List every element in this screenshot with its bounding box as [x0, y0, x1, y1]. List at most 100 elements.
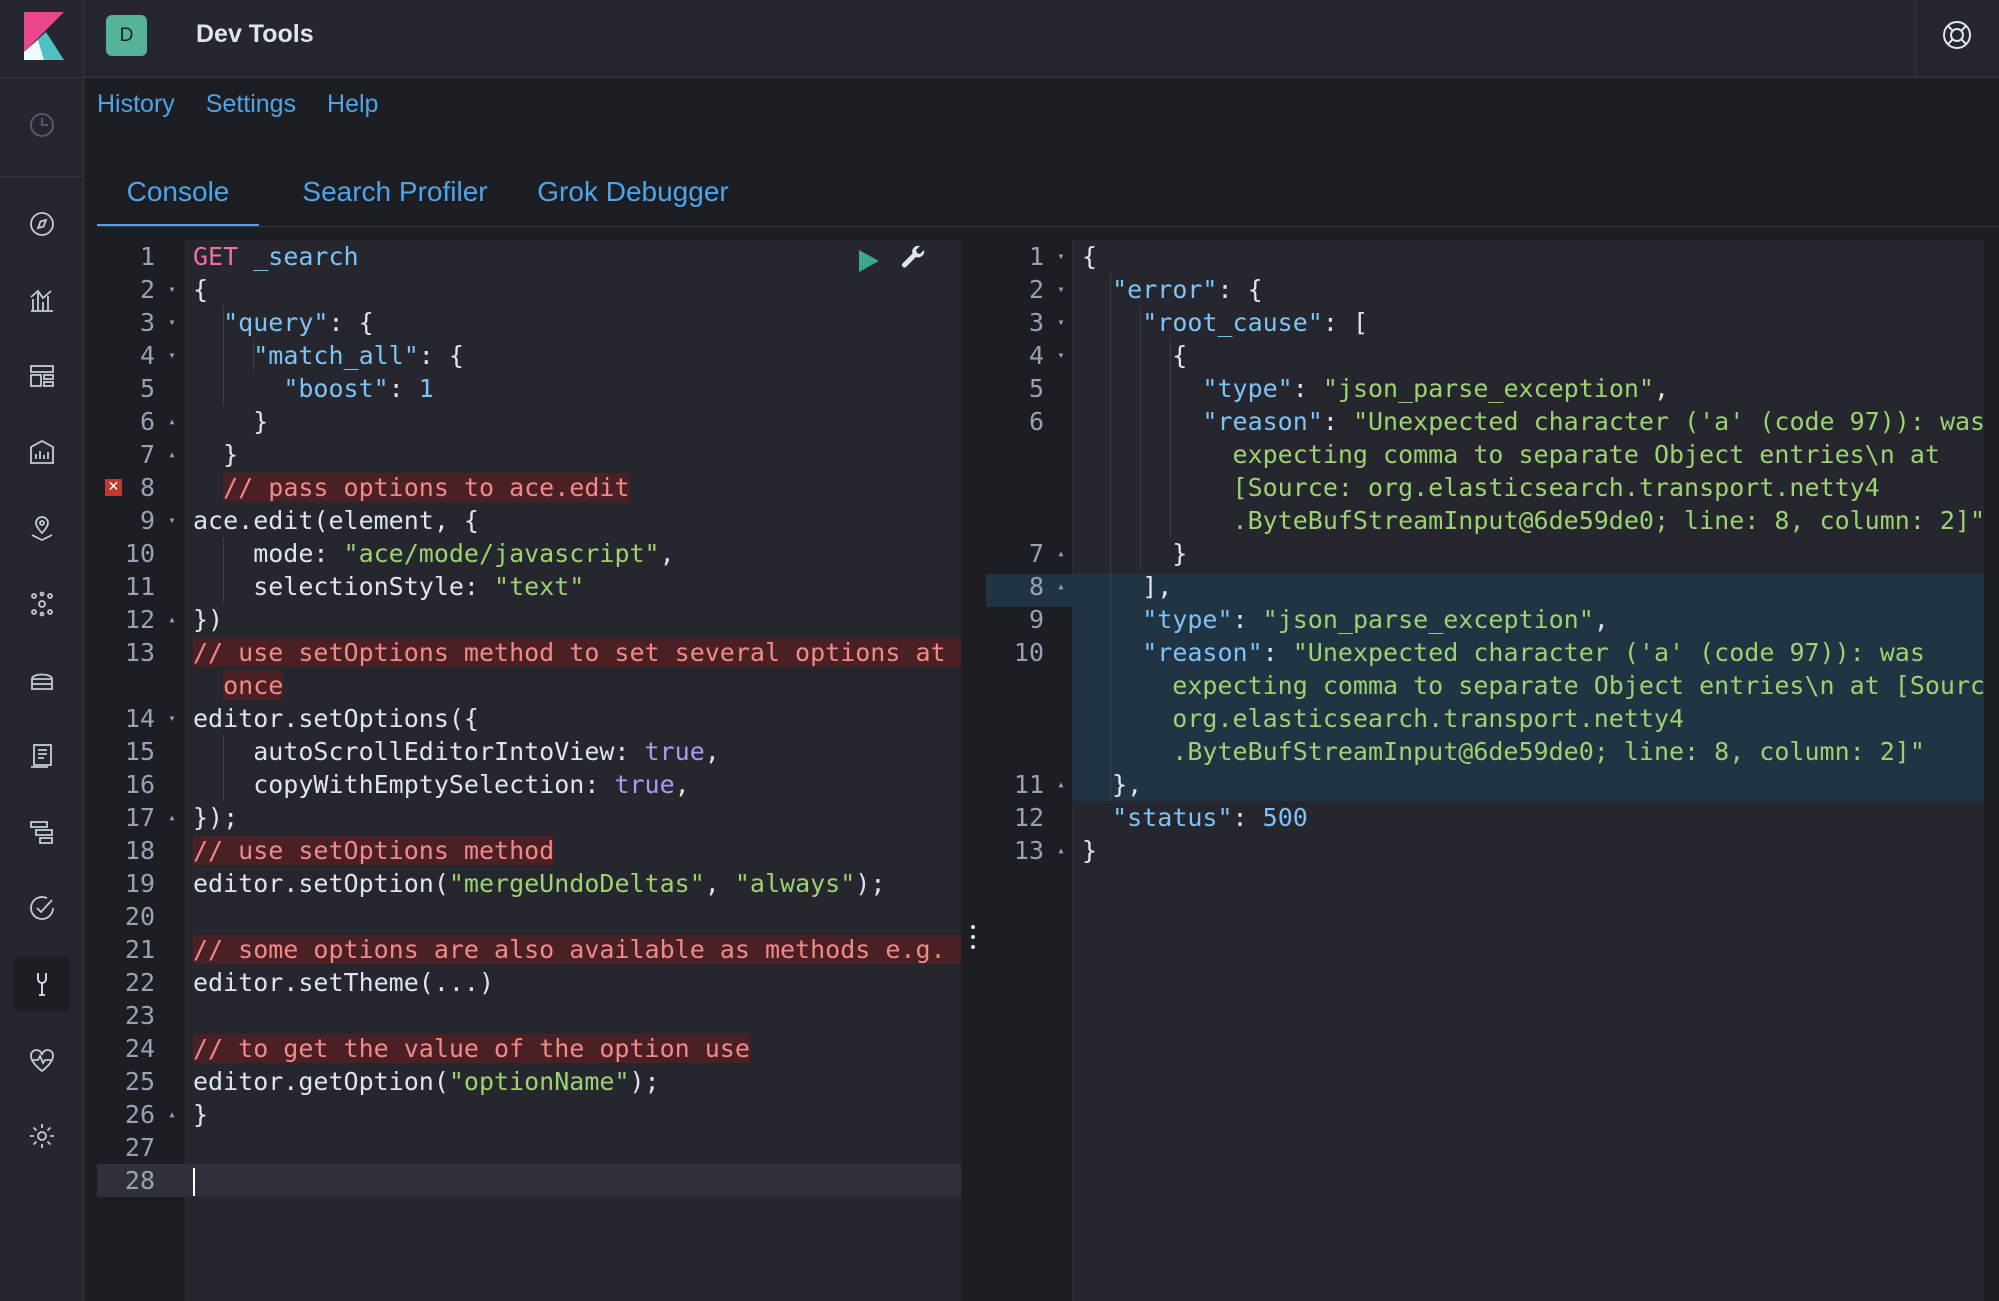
infrastructure-icon[interactable] — [14, 652, 70, 708]
response-code-line[interactable]: 1 ▾{ — [986, 240, 1984, 273]
request-code-line[interactable]: 1 GET _search — [97, 240, 961, 273]
request-code-line[interactable]: 12 ▴}) — [97, 603, 961, 636]
fold-toggle-icon[interactable]: ▾ — [1054, 339, 1068, 372]
response-code-line[interactable]: expecting comma to separate Object entri… — [986, 669, 1984, 702]
request-code-line[interactable]: 5 "boost": 1 — [97, 372, 961, 405]
recent-clock-icon[interactable] — [14, 97, 70, 153]
fold-toggle-icon[interactable]: ▴ — [1054, 768, 1068, 801]
canvas-icon[interactable] — [14, 424, 70, 480]
request-code-line[interactable]: 14 ▾ editor.setOptions({ — [97, 702, 961, 735]
fold-toggle-icon[interactable]: ▴ — [165, 405, 179, 438]
fold-toggle-icon[interactable]: ▾ — [1054, 306, 1068, 339]
panel-resizer-handle-icon[interactable] — [970, 922, 976, 952]
apm-icon[interactable] — [14, 804, 70, 860]
request-code-line[interactable]: 17 ▴}); — [97, 801, 961, 834]
fold-toggle-icon[interactable]: ▾ — [165, 702, 179, 735]
request-code-line[interactable]: 6 ▴ } — [97, 405, 961, 438]
request-code[interactable]: 1 GET _search 2 ▾{3 ▾ "query": {4 ▾ "match_al… — [97, 240, 961, 1197]
fold-toggle-icon[interactable]: ▾ — [1054, 240, 1068, 273]
uptime-icon[interactable] — [14, 880, 70, 936]
request-code-line[interactable]: 26 ▴} — [97, 1098, 961, 1131]
request-code-line[interactable]: 4 ▾ "match_all": { — [97, 339, 961, 372]
request-code-line[interactable]: once — [97, 669, 961, 702]
response-code[interactable]: 1 ▾{2 ▾ "error": {3 ▾ "root_cause": [4 ▾ {5 … — [986, 240, 1984, 867]
fold-toggle-icon[interactable]: ▾ — [165, 504, 179, 537]
fold-toggle-icon[interactable]: ▴ — [1054, 537, 1068, 570]
request-code-line[interactable]: 9 ▾ ace.edit(element, { — [97, 504, 961, 537]
response-code-line[interactable]: 5 "type": "json_parse_exception", — [986, 372, 1984, 405]
fold-toggle-icon[interactable]: ▴ — [165, 1098, 179, 1131]
response-code-line[interactable]: expecting comma to separate Object entri… — [986, 438, 1984, 471]
fold-toggle-icon[interactable]: ▴ — [165, 603, 179, 636]
help-link[interactable]: Help — [327, 90, 378, 118]
request-code-line[interactable]: 7 ▴ } — [97, 438, 961, 471]
response-code-line[interactable]: 13 ▴} — [986, 834, 1984, 867]
fold-toggle-icon[interactable]: ▾ — [1054, 273, 1068, 306]
response-code-line[interactable]: org.elasticsearch.transport.netty4 — [986, 702, 1984, 735]
kibana-logo-icon[interactable] — [18, 10, 70, 62]
request-code-line[interactable]: 8 ✕ // pass options to ace.edit — [97, 471, 961, 504]
response-code-line[interactable]: 6 "reason": "Unexpected character ('a' (… — [986, 405, 1984, 438]
ml-icon[interactable] — [14, 576, 70, 632]
response-code-line[interactable]: 3 ▾ "root_cause": [ — [986, 306, 1984, 339]
response-code-line[interactable]: 2 ▾ "error": { — [986, 273, 1984, 306]
request-code-line[interactable]: 15 autoScrollEditorIntoView: true, — [97, 735, 961, 768]
response-editor[interactable]: 1 ▾{2 ▾ "error": {3 ▾ "root_cause": [4 ▾ {5 … — [986, 240, 1984, 1301]
space-avatar[interactable]: D — [106, 15, 147, 56]
response-code-line[interactable]: .ByteBufStreamInput@6de59de0; line: 8, c… — [986, 504, 1985, 537]
request-code-line[interactable]: 13 // use setOptions method to set severa… — [97, 636, 961, 669]
error-marker-icon[interactable]: ✕ — [105, 479, 122, 496]
dev-tools-icon[interactable] — [14, 956, 70, 1012]
fold-toggle-icon[interactable]: ▾ — [165, 339, 179, 372]
response-code-line[interactable]: 11 ▴ }, — [986, 768, 1984, 801]
visualize-chart-icon[interactable] — [14, 272, 70, 328]
response-code-line[interactable]: 4 ▾ { — [986, 339, 1984, 372]
logs-icon[interactable] — [14, 728, 70, 784]
request-code-line[interactable]: 21 // some options are also available as … — [97, 933, 961, 966]
response-code-line[interactable]: .ByteBufStreamInput@6de59de0; line: 8, c… — [986, 735, 1984, 768]
discover-compass-icon[interactable] — [14, 196, 70, 252]
request-code-line[interactable]: 3 ▾ "query": { — [97, 306, 961, 339]
fold-toggle-icon[interactable]: ▾ — [165, 273, 179, 306]
response-code-line[interactable]: 10 "reason": "Unexpected character ('a' … — [986, 636, 1984, 669]
request-code-line[interactable]: 22 editor.setTheme(...) — [97, 966, 961, 999]
history-link[interactable]: History — [97, 90, 175, 118]
fold-toggle-icon[interactable]: ▴ — [1054, 834, 1068, 867]
request-code-line[interactable]: 19 editor.setOption("mergeUndoDeltas", "a… — [97, 867, 961, 900]
request-code-line[interactable]: 11 selectionStyle: "text" — [97, 570, 961, 603]
maps-icon[interactable] — [14, 500, 70, 556]
tab-grok-debugger[interactable]: Grok Debugger — [529, 160, 737, 224]
help-lifebuoy-icon[interactable] — [1940, 18, 1974, 52]
request-editor[interactable]: 1 GET _search 2 ▾{3 ▾ "query": {4 ▾ "match_al… — [97, 240, 961, 1301]
tab-search-profiler[interactable]: Search Profiler — [285, 160, 505, 224]
response-code-line[interactable]: 9 "type": "json_parse_exception", — [986, 603, 1984, 636]
request-code-line[interactable]: 27 — [97, 1131, 961, 1164]
request-code-line[interactable]: 24 // to get the value of the option use — [97, 1032, 961, 1065]
code-token: } — [193, 440, 239, 469]
response-code-line[interactable]: 12 "status": 500 — [986, 801, 1984, 834]
response-code-line[interactable]: 7 ▴ } — [986, 537, 1984, 570]
management-gear-icon[interactable] — [14, 1108, 70, 1164]
request-code-line[interactable]: 10 mode: "ace/mode/javascript", — [97, 537, 961, 570]
request-code-line[interactable]: 2 ▾{ — [97, 273, 961, 306]
response-code-line[interactable]: 8 ▴ ], — [986, 570, 1984, 603]
fold-toggle-icon[interactable]: ▴ — [165, 801, 179, 834]
tab-console[interactable]: Console — [97, 160, 259, 227]
request-code-line[interactable]: 28 — [97, 1164, 961, 1197]
request-code-line[interactable]: 23 — [97, 999, 961, 1032]
fold-toggle-icon[interactable]: ▾ — [165, 306, 179, 339]
request-code-line[interactable]: 20 — [97, 900, 961, 933]
request-code-line[interactable]: 25 editor.getOption("optionName"); — [97, 1065, 961, 1098]
code-token: copyWithEmptySelection: — [193, 770, 615, 799]
fold-toggle-icon[interactable]: ▴ — [165, 438, 179, 471]
request-options-wrench-icon[interactable] — [898, 244, 928, 274]
run-request-play-icon[interactable] — [855, 248, 881, 274]
fold-toggle-icon[interactable]: ▴ — [1054, 570, 1068, 603]
monitoring-icon[interactable] — [14, 1032, 70, 1088]
code-token: "Unexpected character ('a' (code 97)): w… — [1292, 638, 1925, 667]
request-code-line[interactable]: 16 copyWithEmptySelection: true, — [97, 768, 961, 801]
response-code-line[interactable]: [Source: org.elasticsearch.transport.net… — [986, 471, 1984, 504]
request-code-line[interactable]: 18 // use setOptions method — [97, 834, 961, 867]
settings-link[interactable]: Settings — [206, 90, 296, 118]
dashboard-icon[interactable] — [14, 348, 70, 404]
